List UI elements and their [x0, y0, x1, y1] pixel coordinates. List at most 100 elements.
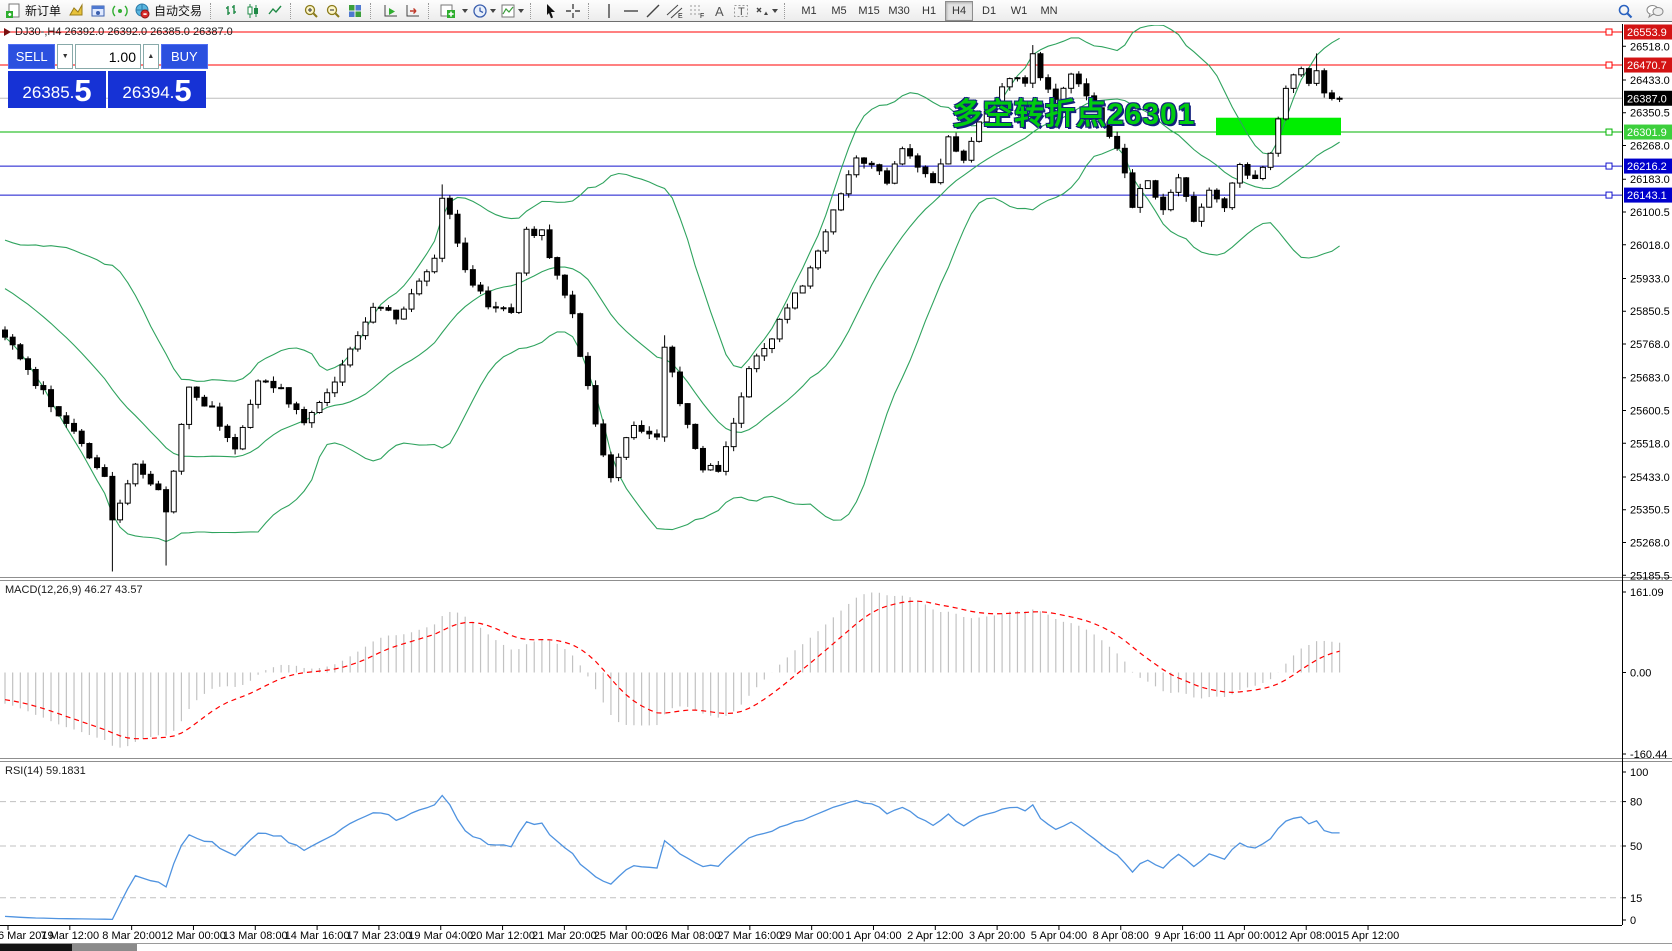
svg-text:25933.0: 25933.0	[1630, 273, 1670, 285]
chart-canvas[interactable]: 26518.026433.026350.526268.026183.026100…	[0, 0, 1672, 951]
svg-text:26100.5: 26100.5	[1630, 207, 1670, 219]
timeframe-h1[interactable]: H1	[915, 1, 943, 21]
svg-text:25683.0: 25683.0	[1630, 373, 1670, 385]
svg-text:F: F	[700, 13, 704, 19]
svg-text:26018.0: 26018.0	[1630, 240, 1670, 252]
buy-price-main: 26394.	[122, 80, 174, 106]
text-label-tool-icon[interactable]: T	[730, 1, 752, 21]
scrollbar-dark-segment	[0, 944, 72, 951]
timeframe-mn[interactable]: MN	[1035, 1, 1063, 21]
pivot-annotation-text: 多空转折点26301	[952, 89, 1195, 133]
volume-increase-button[interactable]: ▲	[143, 44, 159, 69]
svg-text:25185.5: 25185.5	[1630, 570, 1670, 582]
toolbar: 新订单 自动交易	[0, 0, 1672, 22]
toolbar-separator	[370, 3, 377, 19]
auto-trading-label[interactable]: 自动交易	[154, 2, 202, 19]
text-tool-icon[interactable]: A	[708, 1, 730, 21]
svg-text:14 Mar 16:00: 14 Mar 16:00	[285, 930, 350, 942]
vertical-line-tool-icon[interactable]	[598, 1, 620, 21]
svg-text:25433.0: 25433.0	[1630, 472, 1670, 484]
svg-text:29 Mar 00:00: 29 Mar 00:00	[779, 930, 844, 942]
charts-menu-icon[interactable]	[65, 1, 87, 21]
timeframe-m5[interactable]: M5	[825, 1, 853, 21]
svg-text:26350.5: 26350.5	[1630, 108, 1670, 120]
svg-text:A: A	[715, 4, 724, 19]
volume-decrease-button[interactable]: ▼	[57, 44, 73, 69]
timeframe-h4[interactable]: H4	[945, 1, 973, 21]
candlestick-chart-type-icon[interactable]	[242, 1, 264, 21]
one-click-trading-panel: SELL ▼ ▲ BUY 26385.5 26394.5	[8, 44, 208, 108]
timeframe-m30[interactable]: M30	[885, 1, 913, 21]
svg-text:80: 80	[1630, 797, 1642, 809]
cursor-icon[interactable]	[540, 1, 562, 21]
window-bottom-edge	[0, 943, 1672, 951]
chat-icon[interactable]	[1644, 1, 1666, 21]
svg-text:50: 50	[1630, 841, 1642, 853]
sell-button[interactable]: SELL	[8, 44, 55, 69]
svg-text:T: T	[738, 6, 745, 18]
timeframe-m1[interactable]: M1	[795, 1, 823, 21]
arrows-tool-icon[interactable]	[752, 1, 780, 21]
svg-text:0.00: 0.00	[1630, 668, 1651, 680]
trendline-tool-icon[interactable]	[642, 1, 664, 21]
svg-text:20 Mar 12:00: 20 Mar 12:00	[470, 930, 535, 942]
timeframe-buttons: M1M5M15M30H1H4D1W1MN	[794, 1, 1064, 21]
svg-text:25768.0: 25768.0	[1630, 339, 1670, 351]
search-icon[interactable]	[1614, 1, 1636, 21]
tile-windows-icon[interactable]	[344, 1, 366, 21]
svg-text:15 Apr 12:00: 15 Apr 12:00	[1337, 930, 1399, 942]
scrollbar-gray-segment	[72, 944, 137, 951]
svg-text:5 Apr 04:00: 5 Apr 04:00	[1031, 930, 1087, 942]
toolbar-separator	[428, 3, 435, 19]
buy-button[interactable]: BUY	[161, 44, 208, 69]
chart-symbol-icon	[4, 28, 11, 36]
svg-text:25600.5: 25600.5	[1630, 405, 1670, 417]
svg-text:E: E	[678, 13, 683, 19]
profile-icon[interactable]	[87, 1, 109, 21]
svg-text:8 Apr 08:00: 8 Apr 08:00	[1093, 930, 1149, 942]
new-order-label[interactable]: 新订单	[25, 2, 61, 19]
svg-text:2 Apr 12:00: 2 Apr 12:00	[907, 930, 963, 942]
toolbar-separator	[784, 3, 791, 19]
svg-text:26387.0: 26387.0	[1627, 93, 1667, 105]
svg-text:15: 15	[1630, 893, 1642, 905]
svg-text:25 Mar 00:00: 25 Mar 00:00	[594, 930, 659, 942]
svg-text:26470.7: 26470.7	[1627, 60, 1667, 72]
svg-text:1 Apr 04:00: 1 Apr 04:00	[845, 930, 901, 942]
fibonacci-tool-icon[interactable]: F	[686, 1, 708, 21]
svg-text:13 Mar 08:00: 13 Mar 08:00	[223, 930, 288, 942]
templates-icon[interactable]	[498, 1, 526, 21]
signal-icon[interactable]	[109, 1, 131, 21]
timeframe-m15[interactable]: M15	[855, 1, 883, 21]
chart-title-text: DJ30-,H4 26392.0 26392.0 26385.0 26387.0	[15, 26, 233, 38]
line-chart-type-icon[interactable]	[264, 1, 286, 21]
horizontal-line-tool-icon[interactable]	[620, 1, 642, 21]
macd-label: MACD(12,26,9) 46.27 43.57	[5, 584, 143, 596]
auto-trading-icon[interactable]	[131, 1, 153, 21]
svg-text:12 Apr 08:00: 12 Apr 08:00	[1275, 930, 1337, 942]
indicators-icon[interactable]	[438, 1, 470, 21]
zoom-in-icon[interactable]	[300, 1, 322, 21]
svg-text:-160.44: -160.44	[1630, 749, 1667, 761]
svg-text:25350.5: 25350.5	[1630, 505, 1670, 517]
new-order-button[interactable]	[2, 1, 24, 21]
svg-text:7 Mar 12:00: 7 Mar 12:00	[40, 930, 99, 942]
equidistant-channel-tool-icon[interactable]: E	[664, 1, 686, 21]
svg-text:9 Apr 16:00: 9 Apr 16:00	[1154, 930, 1210, 942]
svg-text:3 Apr 20:00: 3 Apr 20:00	[969, 930, 1025, 942]
svg-text:25850.5: 25850.5	[1630, 306, 1670, 318]
crosshair-icon[interactable]	[562, 1, 584, 21]
zoom-out-icon[interactable]	[322, 1, 344, 21]
timeframe-d1[interactable]: D1	[975, 1, 1003, 21]
svg-text:25268.0: 25268.0	[1630, 538, 1670, 550]
bar-chart-type-icon[interactable]	[220, 1, 242, 21]
chart-title: DJ30-,H4 26392.0 26392.0 26385.0 26387.0	[4, 26, 233, 38]
buy-price[interactable]: 26394.5	[108, 71, 206, 108]
periods-icon[interactable]	[470, 1, 498, 21]
timeframe-w1[interactable]: W1	[1005, 1, 1033, 21]
volume-input[interactable]	[75, 44, 141, 69]
sell-price[interactable]: 26385.5	[8, 71, 106, 108]
svg-text:26301.9: 26301.9	[1627, 127, 1667, 139]
auto-scroll-icon[interactable]	[380, 1, 402, 21]
chart-shift-icon[interactable]	[402, 1, 424, 21]
